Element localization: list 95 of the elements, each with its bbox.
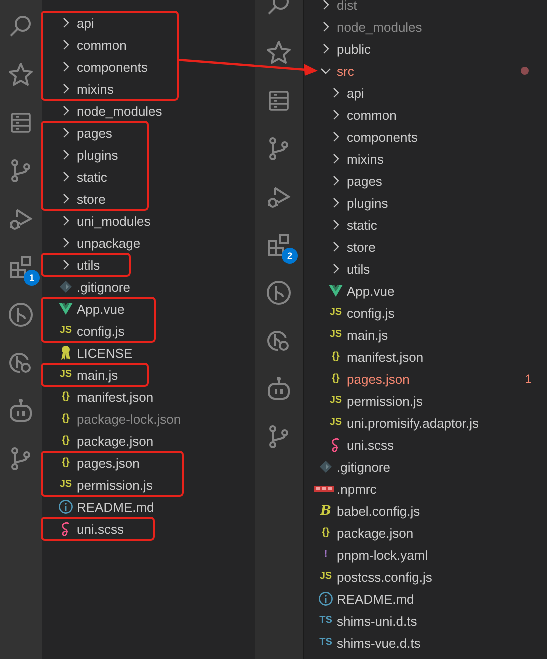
file-name[interactable]: uni.scss: [77, 522, 124, 536]
ts-file-icon: TS: [320, 616, 332, 626]
list-icon[interactable]: [8, 110, 34, 136]
vue-file-icon: [328, 283, 344, 299]
folder-name[interactable]: store: [77, 192, 106, 206]
vue-file-icon: [58, 301, 74, 317]
folder-name[interactable]: src: [337, 64, 354, 78]
notification-badge: 2: [282, 248, 298, 264]
file-name[interactable]: permission.js: [77, 478, 153, 492]
file-name[interactable]: .gitignore: [77, 280, 130, 294]
js-file-icon: JS: [60, 370, 72, 380]
robot-icon[interactable]: [8, 398, 34, 424]
extensions-icon[interactable]: [266, 232, 292, 258]
star-icon[interactable]: [8, 62, 34, 88]
file-name[interactable]: config.js: [347, 306, 395, 320]
diamond-icon: [318, 459, 334, 475]
json-file-icon: {}: [62, 392, 70, 402]
folder-name[interactable]: unpackage: [77, 236, 141, 250]
folder-name[interactable]: pages: [347, 174, 382, 188]
branch-circle-icon[interactable]: [266, 280, 292, 306]
folder-name[interactable]: plugins: [77, 148, 118, 162]
file-name[interactable]: uni.scss: [347, 438, 394, 452]
folder-name[interactable]: uni_modules: [77, 214, 151, 228]
file-name[interactable]: main.js: [77, 368, 118, 382]
json-file-icon: {}: [62, 436, 70, 446]
file-name[interactable]: package.json: [77, 434, 154, 448]
js-file-icon: JS: [60, 326, 72, 336]
file-name[interactable]: babel.config.js: [337, 504, 420, 518]
folder-name[interactable]: common: [347, 108, 397, 122]
branch-circle-icon[interactable]: [8, 302, 34, 328]
file-name[interactable]: pages.json: [347, 372, 410, 386]
file-name[interactable]: pages.json: [77, 456, 140, 470]
file-name[interactable]: shims-vue.d.ts: [337, 636, 421, 650]
js-file-icon: JS: [330, 396, 342, 406]
folder-name[interactable]: plugins: [347, 196, 388, 210]
folder-name[interactable]: utils: [77, 258, 100, 272]
js-file-icon: JS: [60, 480, 72, 490]
info-icon: [318, 591, 334, 607]
json-file-icon: {}: [322, 528, 330, 538]
file-name[interactable]: pnpm-lock.yaml: [337, 548, 428, 562]
folder-name[interactable]: public: [337, 42, 371, 56]
diamond-icon: [58, 279, 74, 295]
folder-name[interactable]: components: [347, 130, 418, 144]
remote-icon[interactable]: [8, 350, 34, 376]
js-file-icon: JS: [320, 572, 332, 582]
folder-name[interactable]: mixins: [347, 152, 384, 166]
problem-count: 1: [525, 372, 533, 386]
folder-name[interactable]: static: [347, 218, 378, 232]
folder-name[interactable]: common: [77, 38, 127, 52]
file-name[interactable]: App.vue: [347, 284, 395, 298]
babel-file-icon: B: [320, 504, 332, 518]
remote-icon[interactable]: [266, 328, 292, 354]
file-name[interactable]: .npmrc: [337, 482, 377, 496]
notification-badge: 1: [24, 270, 40, 286]
extensions-icon[interactable]: [8, 254, 34, 280]
file-name[interactable]: manifest.json: [77, 390, 154, 404]
info-icon: [58, 499, 74, 515]
js-file-icon: JS: [330, 330, 342, 340]
folder-name[interactable]: store: [347, 240, 376, 254]
star-icon[interactable]: [266, 40, 292, 66]
folder-name[interactable]: pages: [77, 126, 112, 140]
file-name[interactable]: shims-uni.d.ts: [337, 614, 418, 628]
file-name[interactable]: main.js: [347, 328, 388, 342]
folder-name[interactable]: static: [77, 170, 108, 184]
yaml-file-icon: !: [324, 550, 328, 560]
json-file-icon: {}: [332, 352, 340, 362]
file-name[interactable]: LICENSE: [77, 346, 133, 360]
folder-name[interactable]: utils: [347, 262, 370, 276]
js-file-icon: JS: [330, 418, 342, 428]
folder-name[interactable]: mixins: [77, 82, 114, 96]
file-name[interactable]: uni.promisify.adaptor.js: [347, 416, 479, 430]
file-name[interactable]: .gitignore: [337, 460, 390, 474]
file-name[interactable]: postcss.config.js: [337, 570, 432, 584]
file-name[interactable]: package.json: [337, 526, 414, 540]
file-name[interactable]: config.js: [77, 324, 125, 338]
folder-name[interactable]: components: [77, 60, 148, 74]
file-name[interactable]: README.md: [337, 592, 414, 606]
problem-dot: [521, 67, 529, 75]
file-name[interactable]: manifest.json: [347, 350, 424, 364]
file-name[interactable]: permission.js: [347, 394, 423, 408]
json-file-icon: {}: [62, 458, 70, 468]
json-file-icon: {}: [332, 374, 340, 384]
ts-file-icon: TS: [320, 638, 332, 648]
robot-icon[interactable]: [266, 376, 292, 402]
folder-name[interactable]: node_modules: [77, 104, 162, 118]
folder-name[interactable]: dist: [337, 0, 358, 12]
json-file-icon: {}: [62, 414, 70, 424]
file-name[interactable]: README.md: [77, 500, 154, 514]
folder-name[interactable]: node_modules: [337, 20, 422, 34]
folder-name[interactable]: api: [347, 86, 364, 100]
list-icon[interactable]: [266, 88, 292, 114]
file-name[interactable]: App.vue: [77, 302, 125, 316]
file-name[interactable]: package-lock.json: [77, 412, 182, 426]
folder-name[interactable]: api: [77, 16, 94, 30]
js-file-icon: JS: [330, 308, 342, 318]
